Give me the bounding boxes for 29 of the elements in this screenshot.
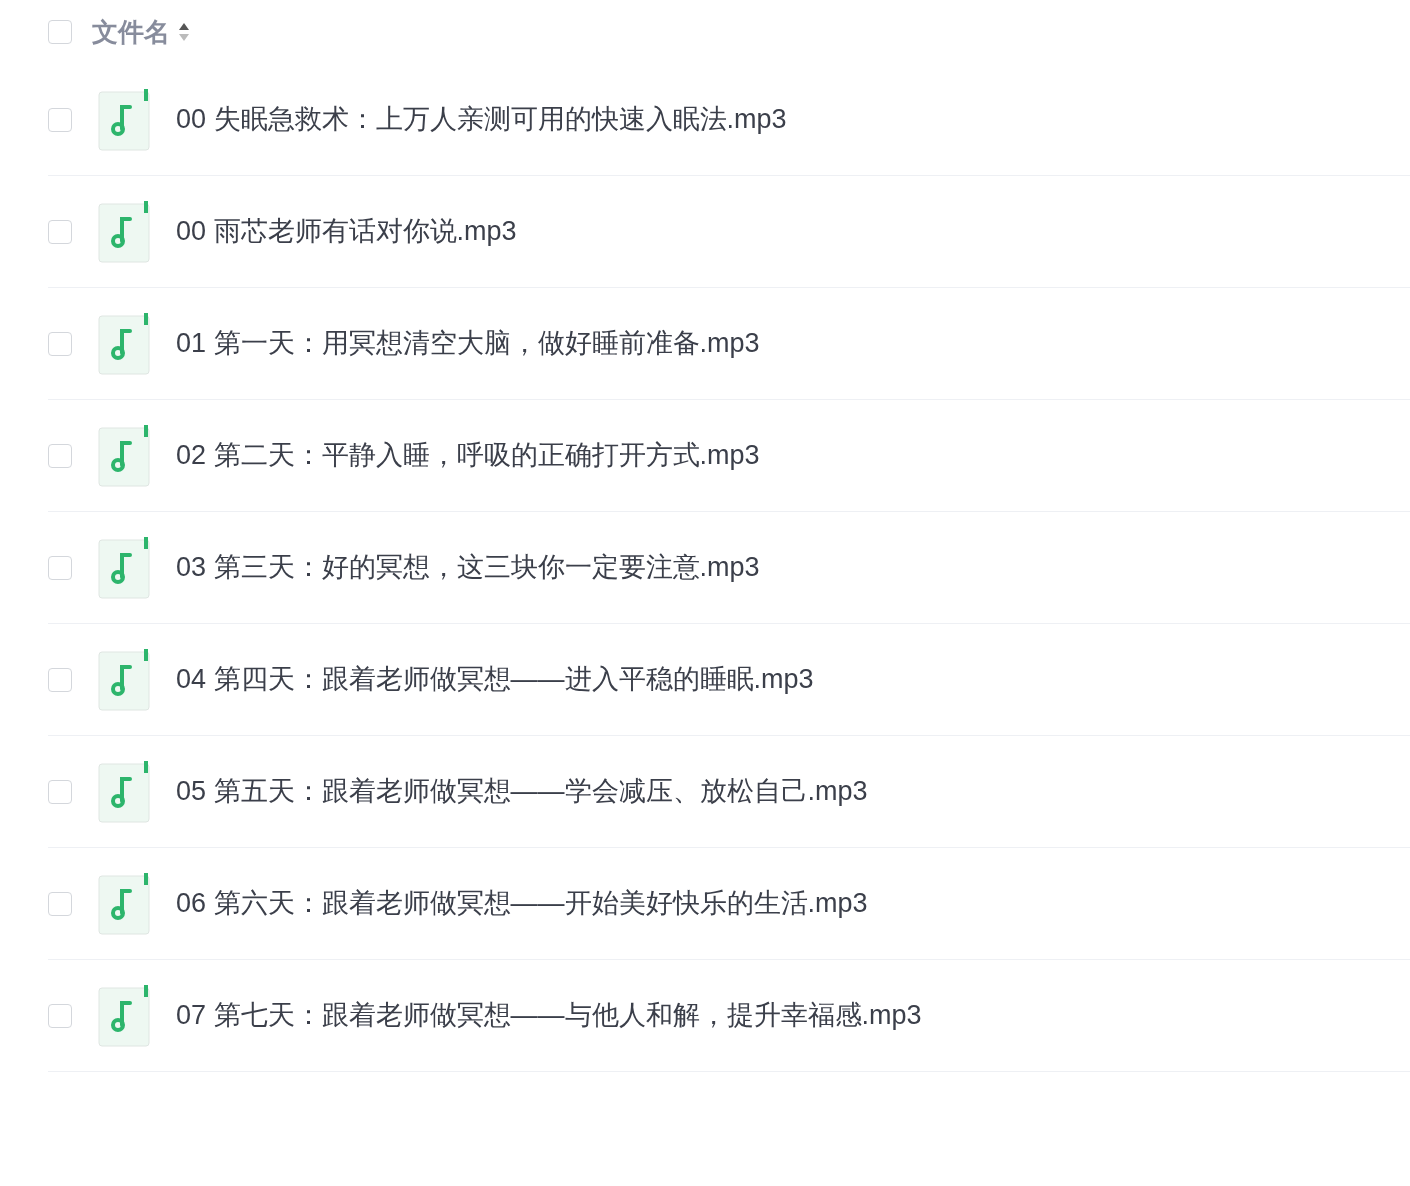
audio-file-icon xyxy=(98,200,152,263)
audio-file-icon xyxy=(98,984,152,1047)
sort-icon[interactable] xyxy=(178,21,190,43)
checkbox[interactable] xyxy=(48,667,72,692)
checkbox[interactable] xyxy=(48,443,72,468)
checkbox[interactable] xyxy=(48,331,72,356)
checkbox[interactable] xyxy=(48,219,72,244)
checkbox[interactable] xyxy=(48,891,72,916)
audio-file-icon xyxy=(98,536,152,599)
audio-file-icon xyxy=(98,760,152,823)
checkbox[interactable] xyxy=(48,107,72,132)
file-name[interactable]: 01 第一天：用冥想清空大脑，做好睡前准备.mp3 xyxy=(176,323,760,364)
audio-file-icon xyxy=(98,312,152,375)
audio-file-icon xyxy=(98,424,152,487)
checkbox[interactable] xyxy=(48,779,72,804)
audio-file-icon xyxy=(98,648,152,711)
file-name[interactable]: 07 第七天：跟着老师做冥想——与他人和解，提升幸福感.mp3 xyxy=(176,995,922,1036)
checkbox[interactable] xyxy=(48,555,72,580)
audio-file-icon xyxy=(98,88,152,151)
file-name[interactable]: 03 第三天：好的冥想，这三块你一定要注意.mp3 xyxy=(176,547,760,588)
file-name[interactable]: 05 第五天：跟着老师做冥想——学会减压、放松自己.mp3 xyxy=(176,771,868,812)
checkbox[interactable] xyxy=(48,20,72,44)
file-name[interactable]: 00 雨芯老师有话对你说.mp3 xyxy=(176,211,517,252)
file-name[interactable]: 00 失眠急救术：上万人亲测可用的快速入眠法.mp3 xyxy=(176,99,787,140)
file-name[interactable]: 06 第六天：跟着老师做冥想——开始美好快乐的生活.mp3 xyxy=(176,883,868,924)
audio-file-icon xyxy=(98,872,152,935)
checkbox[interactable] xyxy=(48,1003,72,1028)
file-name[interactable]: 04 第四天：跟着老师做冥想——进入平稳的睡眠.mp3 xyxy=(176,659,814,700)
file-name[interactable]: 02 第二天：平静入睡，呼吸的正确打开方式.mp3 xyxy=(176,435,760,476)
